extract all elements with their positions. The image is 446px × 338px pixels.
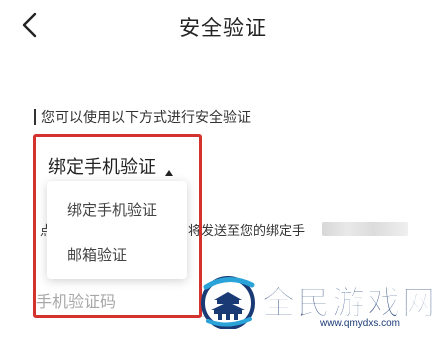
highlight-frame <box>33 134 202 318</box>
hint-text: 将发送至您的绑定手 <box>188 224 306 239</box>
instruction-text: 您可以使用以下方式进行安全验证 <box>41 110 251 126</box>
watermark-url: www.qmydxs.com <box>320 318 401 329</box>
pagoda-logo-icon <box>198 273 260 330</box>
page-title: 安全验证 <box>179 16 267 40</box>
instruction-marker <box>34 109 36 125</box>
blurred-phone-number <box>322 222 408 236</box>
watermark-title: 全民游戏网 <box>262 283 437 323</box>
